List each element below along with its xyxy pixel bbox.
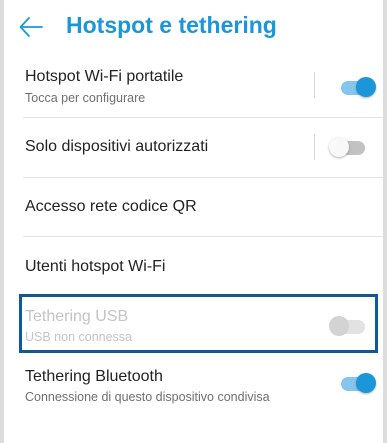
authorized-devices-toggle[interactable] (329, 137, 365, 157)
arrow-left-icon (19, 17, 43, 37)
qr-code-access-label: Accesso rete codice QR (25, 198, 197, 215)
hotspot-wifi-toggle[interactable] (339, 77, 376, 97)
page-title: Hotspot e tethering (66, 12, 277, 38)
hotspot-wifi-row[interactable]: Hotspot Wi-Fi portatile Tocca per config… (4, 56, 383, 114)
toggle-knob (329, 137, 349, 157)
toggle-knob (356, 77, 376, 97)
toggle-separator (314, 72, 315, 98)
toggle-separator (314, 134, 315, 160)
hotspot-users-row[interactable]: Utenti hotspot Wi-Fi (4, 237, 383, 295)
app-bar: Hotspot e tethering (4, 0, 383, 56)
hotspot-users-label: Utenti hotspot Wi-Fi (25, 258, 166, 275)
hotspot-wifi-label: Hotspot Wi-Fi portatile (25, 68, 184, 85)
bluetooth-tethering-sublabel: Connessione di questo dispositivo condiv… (25, 390, 270, 404)
bluetooth-tethering-row[interactable]: Tethering Bluetooth Connessione di quest… (4, 358, 383, 416)
bluetooth-tethering-toggle[interactable] (339, 373, 376, 393)
qr-code-access-row[interactable]: Accesso rete codice QR (4, 178, 383, 236)
toggle-knob (356, 373, 376, 393)
authorized-devices-row[interactable]: Solo dispositivi autorizzati (4, 118, 383, 176)
authorized-devices-label: Solo dispositivi autorizzati (25, 138, 209, 155)
hotspot-wifi-sublabel: Tocca per configurare (25, 91, 146, 105)
back-button[interactable] (18, 14, 44, 40)
settings-screen: Hotspot e tethering Hotspot Wi-Fi portat… (4, 0, 383, 443)
bluetooth-tethering-label: Tethering Bluetooth (25, 368, 163, 385)
highlight-box (19, 294, 378, 353)
